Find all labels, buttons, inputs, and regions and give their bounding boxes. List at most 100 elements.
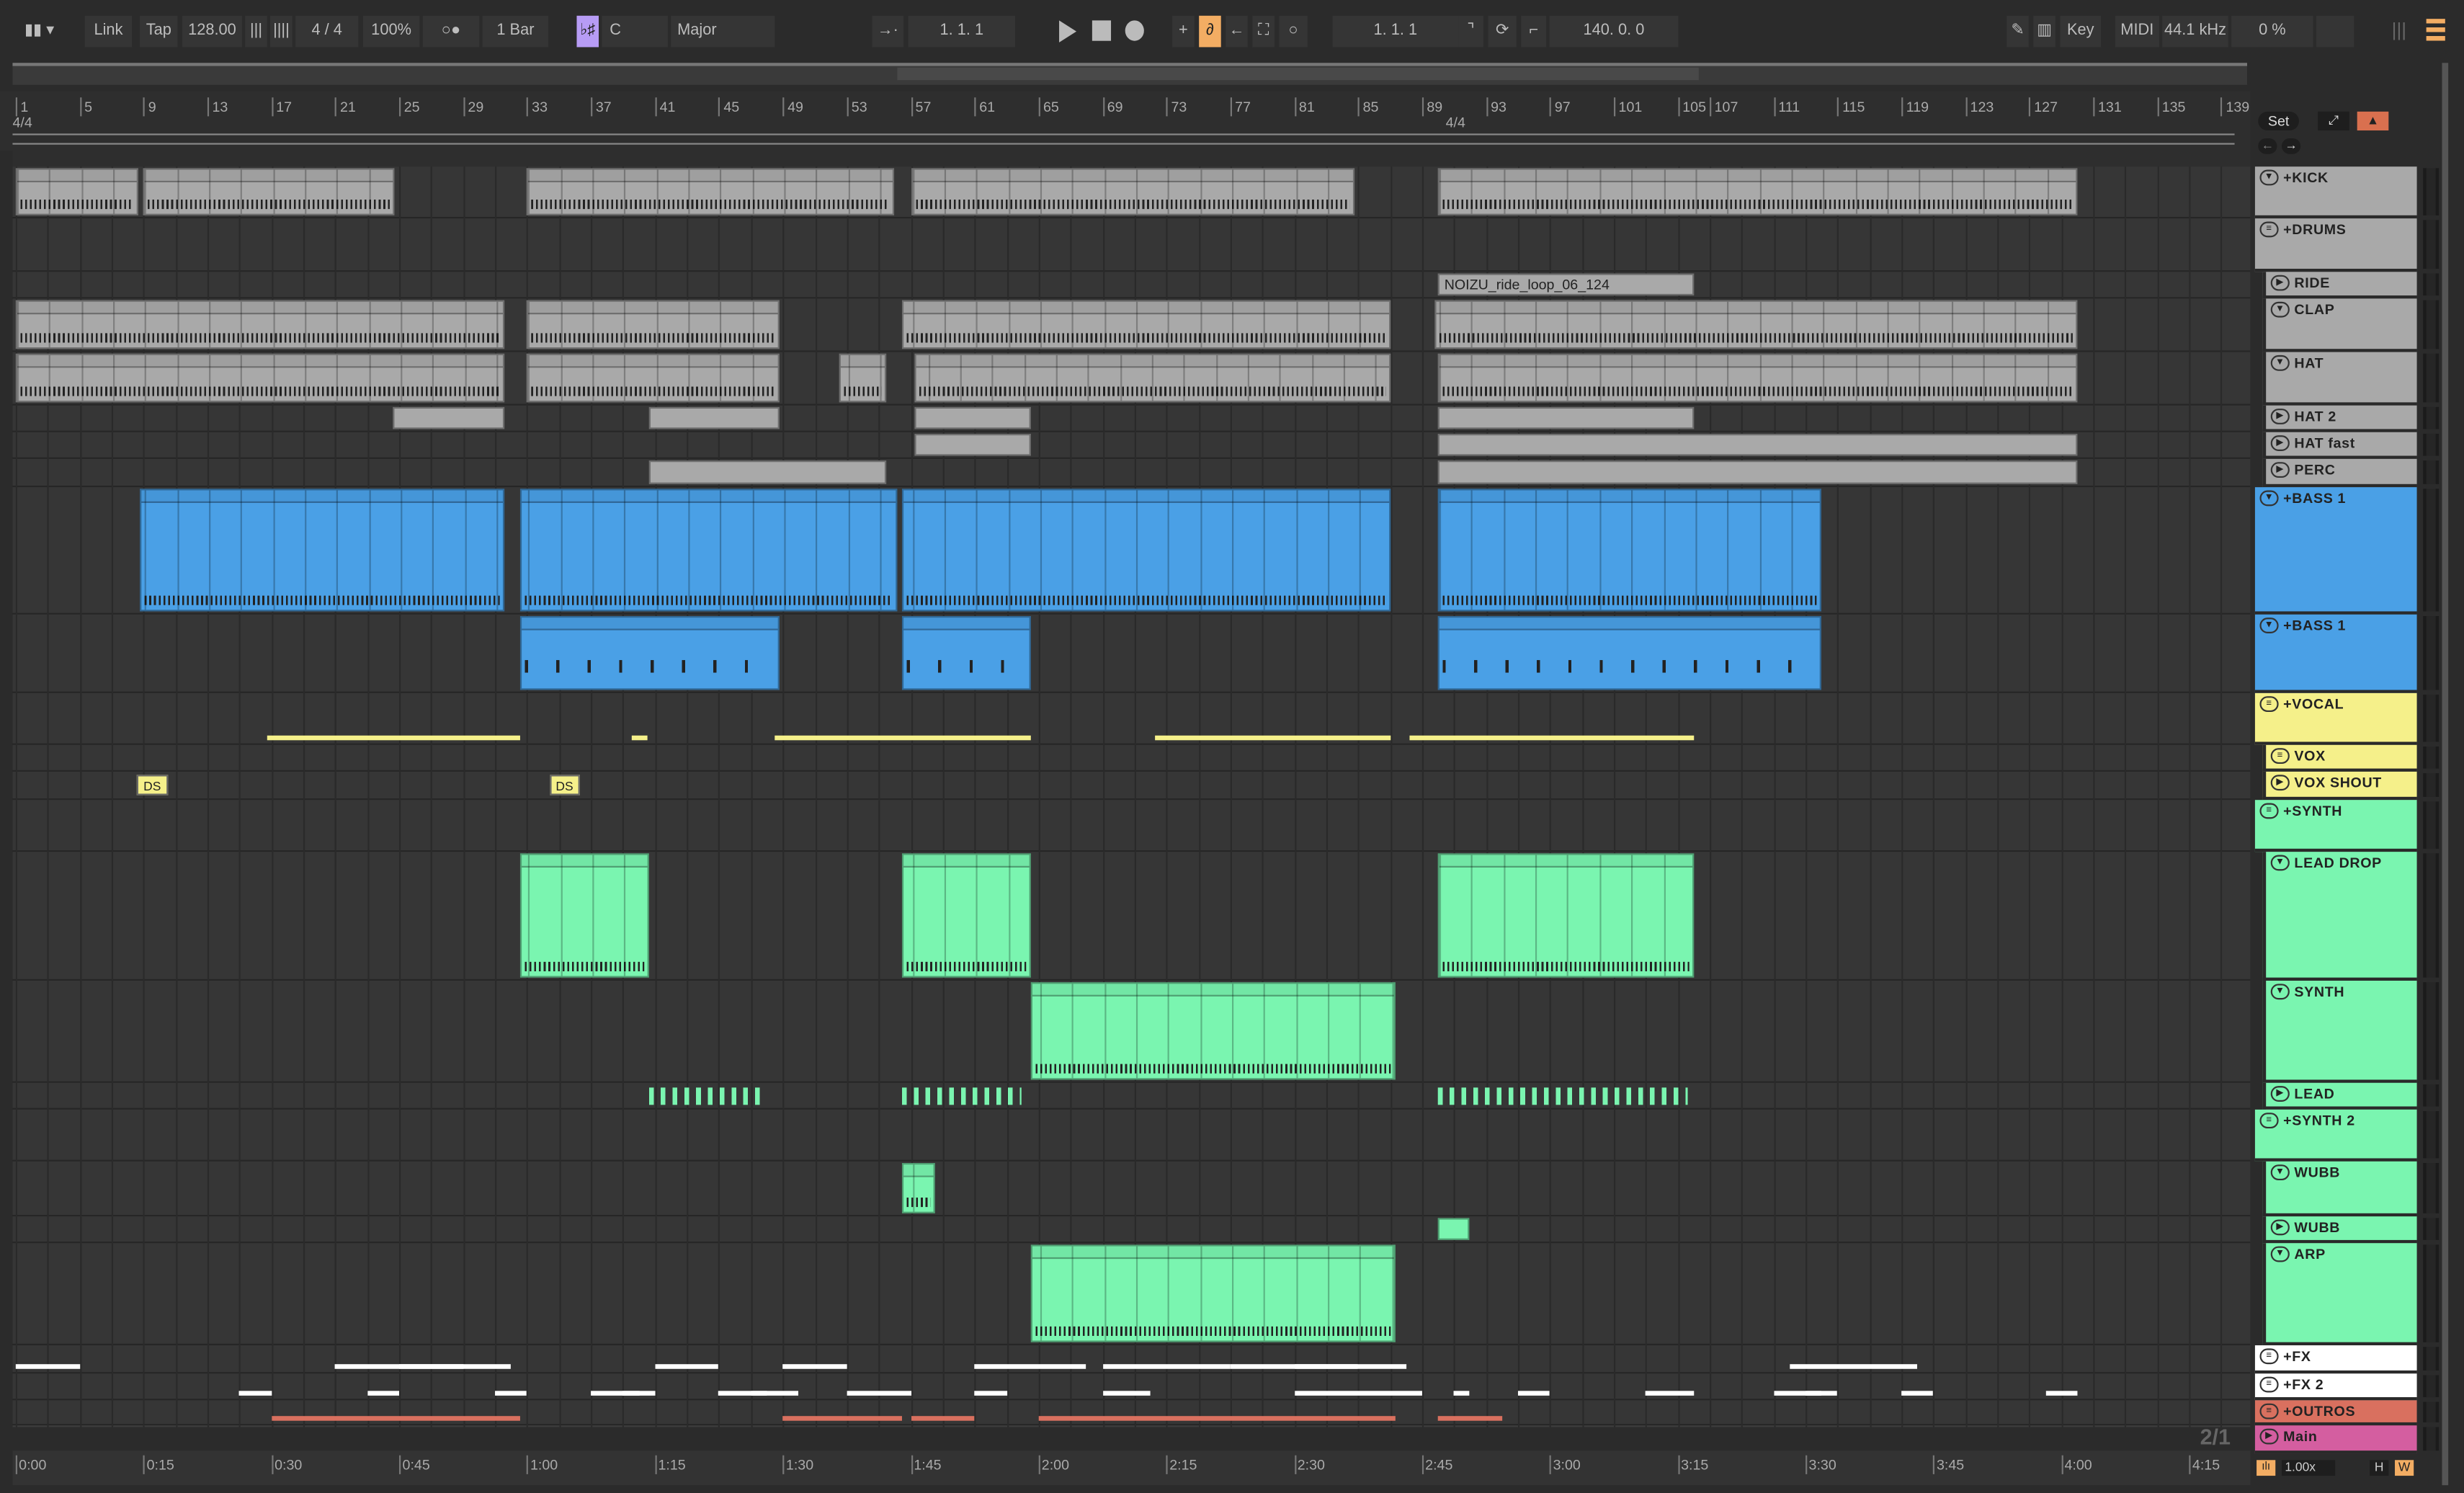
nudge-down-icon[interactable]: |||: [245, 15, 267, 48]
clip[interactable]: [1030, 982, 1396, 1080]
ruler-bar-label[interactable]: 135: [2157, 97, 2185, 117]
clip[interactable]: [15, 168, 139, 215]
layout-toggle-icon[interactable]: ▮▮ ▾: [16, 16, 63, 48]
clip[interactable]: [1409, 735, 1694, 741]
ruler-bar-label[interactable]: 115: [1837, 97, 1865, 117]
track-lane[interactable]: [12, 458, 2251, 488]
clip[interactable]: [648, 1087, 767, 1105]
punch-in-icon[interactable]: ⌝: [1458, 15, 1483, 48]
track-lane[interactable]: [12, 1373, 2251, 1401]
nav-forward-icon[interactable]: →: [2281, 138, 2301, 154]
clip[interactable]: [1437, 1087, 1688, 1105]
scale-select[interactable]: Major: [671, 15, 775, 48]
clip[interactable]: [1646, 1391, 1694, 1396]
play-icon[interactable]: ▶: [2270, 1086, 2290, 1102]
clip[interactable]: [520, 853, 649, 978]
automation-arm-icon[interactable]: ∂: [1199, 15, 1221, 48]
clip[interactable]: [914, 406, 1031, 429]
group-icon[interactable]: ≡: [2259, 1376, 2279, 1393]
key-select[interactable]: C: [602, 15, 668, 48]
track-lane[interactable]: [12, 1400, 2251, 1426]
lock-icon[interactable]: ▲: [2357, 111, 2389, 131]
clip[interactable]: [1102, 1391, 1151, 1396]
nudge-up-icon[interactable]: ||||: [270, 15, 293, 48]
clip[interactable]: [622, 1391, 656, 1396]
clip[interactable]: [2045, 1391, 2078, 1396]
play-icon[interactable]: ▶: [2270, 1219, 2290, 1236]
clip[interactable]: [974, 1364, 1086, 1369]
track-header-hat-fast[interactable]: ▶ HAT fast: [2262, 432, 2417, 459]
clip[interactable]: [751, 1391, 799, 1396]
fold-icon[interactable]: ▼: [2270, 984, 2290, 1000]
time-signature-marker[interactable]: 4/4: [12, 115, 32, 130]
clip[interactable]: [1805, 1391, 1838, 1396]
clip[interactable]: [910, 1416, 975, 1421]
track-header-bass-1[interactable]: ▼ +BASS 1: [2254, 487, 2417, 615]
loop-brace[interactable]: [12, 133, 2235, 145]
fold-icon[interactable]: ▼: [2270, 855, 2290, 871]
group-icon[interactable]: ≡: [2270, 748, 2290, 765]
track-header-hat-2[interactable]: ▶ HAT 2: [2262, 405, 2417, 432]
follow-arrow-icon[interactable]: →·: [872, 15, 904, 48]
capture-icon[interactable]: ⛶: [1252, 15, 1275, 48]
clip[interactable]: [902, 1163, 935, 1213]
stop-button[interactable]: [1092, 20, 1112, 41]
ruler-bar-label[interactable]: 53: [847, 97, 867, 117]
group-icon[interactable]: ≡: [2259, 803, 2279, 819]
clip[interactable]: [140, 489, 505, 612]
clip[interactable]: [782, 1364, 847, 1369]
ruler-bar-label[interactable]: 73: [1166, 97, 1187, 117]
ruler-bar-label[interactable]: 17: [271, 97, 292, 117]
ruler-bar-label[interactable]: 41: [655, 97, 675, 117]
clip[interactable]: [367, 1391, 400, 1396]
clip[interactable]: NOIZU_ride_loop_06_124: [1437, 273, 1694, 296]
track-lane[interactable]: [12, 432, 2251, 459]
track-header-vocal[interactable]: ≡ +VOCAL: [2254, 692, 2417, 745]
clip[interactable]: [902, 853, 1031, 978]
track-lane[interactable]: [12, 166, 2251, 219]
clip[interactable]: [648, 406, 780, 429]
clip[interactable]: [1294, 1364, 1406, 1369]
clip[interactable]: [1102, 1364, 1231, 1369]
ruler-bar-label[interactable]: 81: [1294, 97, 1315, 117]
zoom-factor-field[interactable]: 1.00x: [2281, 1460, 2336, 1476]
ruler-bar-label[interactable]: 9: [143, 97, 156, 117]
track-lane[interactable]: [12, 1082, 2251, 1110]
scale-mode-button[interactable]: ♭♯: [576, 15, 599, 48]
clip[interactable]: [267, 735, 521, 741]
record-button[interactable]: [1125, 20, 1144, 41]
ruler-bar-label[interactable]: 37: [591, 97, 612, 117]
track-header-vox-shout[interactable]: ▶ VOX SHOUT: [2262, 771, 2417, 801]
metronome-toggle[interactable]: ○●: [422, 15, 480, 48]
track-lane[interactable]: [12, 1216, 2251, 1244]
clip[interactable]: [143, 168, 395, 215]
ruler-bar-label[interactable]: 119: [1901, 97, 1929, 117]
group-icon[interactable]: ≡: [2259, 1403, 2279, 1420]
track-lane[interactable]: NOIZU_ride_loop_06_124: [12, 272, 2251, 299]
clip[interactable]: [527, 168, 895, 215]
fold-icon[interactable]: ▼: [2270, 1246, 2290, 1262]
ruler-bar-label[interactable]: 123: [1965, 97, 1994, 117]
clip[interactable]: [1437, 353, 2078, 403]
track-header-lead[interactable]: ▶ LEAD: [2262, 1082, 2417, 1110]
link-button[interactable]: Link: [84, 15, 133, 48]
track-lane[interactable]: DS DS: [12, 771, 2251, 801]
clip[interactable]: [239, 1391, 272, 1396]
clip[interactable]: [1030, 1244, 1396, 1342]
clip[interactable]: [974, 1391, 1007, 1396]
track-lane[interactable]: [12, 352, 2251, 406]
clip[interactable]: [15, 353, 505, 403]
ruler-bar-label[interactable]: 69: [1102, 97, 1123, 117]
midi-map-button[interactable]: MIDI: [2115, 15, 2159, 48]
clip[interactable]: [1901, 1391, 1934, 1396]
track-header-synth[interactable]: ▼ SYNTH: [2262, 981, 2417, 1083]
clip[interactable]: [1437, 433, 2078, 456]
clip[interactable]: [1437, 615, 1822, 690]
set-button[interactable]: Set: [2258, 111, 2299, 131]
loop-start-field[interactable]: 1. 1. 1: [1332, 15, 1459, 48]
play-icon[interactable]: ▶: [2259, 1428, 2279, 1445]
ruler-bar-label[interactable]: 29: [463, 97, 483, 117]
clip[interactable]: [1437, 489, 1822, 612]
clip[interactable]: [839, 353, 887, 403]
group-icon[interactable]: ≡: [2259, 1113, 2279, 1129]
